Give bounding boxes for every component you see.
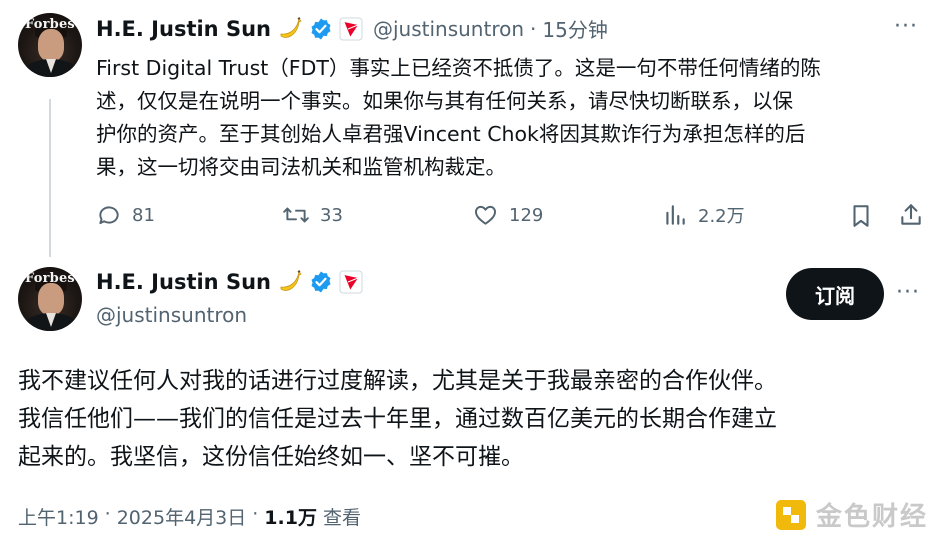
share-button[interactable]	[898, 202, 924, 228]
banana-emoji-icon	[277, 269, 303, 295]
jinse-logo-icon	[774, 498, 808, 532]
main-author-handle[interactable]: @justinsuntron	[96, 303, 247, 327]
reply-author-avatar[interactable]: Forbes	[18, 13, 82, 77]
bookmark-button[interactable]	[848, 203, 874, 229]
main-tweet-text: 我不建议任何人对我的话进行过度解读，尤其是关于我最亲密的合作伙伴。 我信任他们—…	[18, 362, 777, 476]
watermark: 金色财经	[774, 496, 928, 533]
reply-count: 81	[132, 204, 155, 226]
repost-count: 33	[320, 204, 343, 226]
reply-icon	[96, 202, 122, 228]
views-button[interactable]: 2.2万	[662, 202, 745, 228]
main-tweet-header: H.E. Justin Sun	[96, 269, 363, 295]
like-count: 129	[509, 204, 544, 226]
tron-badge-icon[interactable]	[339, 270, 363, 294]
reply-author-name[interactable]: H.E. Justin Sun	[96, 17, 271, 41]
reply-time-ago[interactable]: 15分钟	[542, 14, 607, 43]
repost-icon	[282, 202, 310, 228]
reply-more-button[interactable]: ···	[894, 14, 918, 39]
meta-separator: ·	[530, 16, 537, 41]
like-button[interactable]: 129	[472, 202, 543, 228]
banana-emoji-icon	[277, 16, 303, 42]
heart-icon	[472, 202, 499, 228]
bookmark-icon	[848, 203, 874, 229]
reply-tweet-header: H.E. Justin Sun @justinsuntron · 15分钟	[96, 14, 608, 43]
reply-author-handle[interactable]: @justinsuntron	[373, 17, 524, 41]
text-line: 起来的。我坚信，这份信任始终如一、坚不可摧。	[18, 444, 524, 470]
subscribe-button[interactable]: 订阅	[786, 268, 884, 320]
main-author-name[interactable]: H.E. Justin Sun	[96, 270, 271, 294]
tweet-views-count: 1.1万	[264, 507, 317, 529]
tron-badge-icon[interactable]	[339, 17, 363, 41]
reply-tweet-text: First Digital Trust（FDT）事实上已经资不抵债了。这是一句不…	[96, 52, 821, 184]
text-line: 护你的资产。至于其创始人卓君强Vincent Chok将因其欺诈行为承担怎样的后	[96, 122, 806, 146]
thread-connector-line	[49, 99, 51, 257]
verified-badge-icon	[309, 270, 333, 294]
text-line: 我信任他们——我们的信任是过去十年里，通过数百亿美元的长期合作建立	[18, 406, 777, 432]
text-line: 述，仅仅是在说明一个事实。如果你与其有任何关系，请尽快切断联系，以保	[96, 89, 793, 113]
tweet-meta-row: 上午1:19 · 2025年4月3日 · 1.1万 查看	[18, 503, 361, 530]
views-count: 2.2万	[698, 206, 745, 227]
main-author-avatar[interactable]: Forbes	[18, 267, 82, 331]
forbes-logo: Forbes	[25, 271, 75, 286]
tweet-time[interactable]: 上午1:19	[18, 503, 99, 530]
analytics-icon	[662, 202, 688, 228]
meta-separator: ·	[104, 503, 111, 525]
watermark-text: 金色财经	[815, 502, 928, 532]
main-more-button[interactable]: ···	[896, 280, 920, 305]
reply-button[interactable]: 81	[96, 202, 155, 228]
forbes-logo: Forbes	[25, 17, 75, 32]
text-line: First Digital Trust（FDT）事实上已经资不抵债了。这是一句不…	[96, 56, 821, 80]
repost-button[interactable]: 33	[282, 202, 343, 228]
text-line: 果，这一切将交由司法机关和监管机构裁定。	[96, 155, 506, 179]
share-icon	[898, 202, 924, 228]
tweet-date[interactable]: 2025年4月3日	[117, 503, 247, 530]
text-line: 我不建议任何人对我的话进行过度解读，尤其是关于我最亲密的合作伙伴。	[18, 368, 777, 394]
tweet-views-label: 查看	[322, 507, 361, 529]
verified-badge-icon	[309, 17, 333, 41]
meta-separator: ·	[252, 503, 259, 525]
